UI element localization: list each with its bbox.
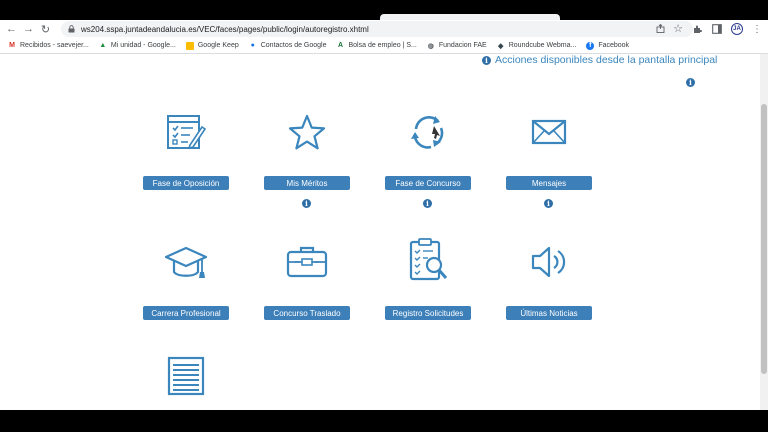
tile-registro-solicitudes[interactable]: Registro Solicitudes <box>385 238 471 320</box>
tile-fase-oposicion[interactable]: Fase de Oposición <box>143 110 229 210</box>
header-help-button[interactable]: i <box>686 72 695 90</box>
speaker-icon <box>527 240 571 284</box>
lock-icon <box>67 25 75 33</box>
document-list-icon <box>164 354 208 398</box>
bookmark-roundcube[interactable]: ◆ Roundcube Webma... <box>497 42 576 50</box>
info-icon: i <box>544 199 553 208</box>
tile-mis-meritos[interactable]: Mis Méritos i <box>264 110 350 210</box>
back-button[interactable]: ← <box>3 20 20 38</box>
forward-button[interactable]: → <box>20 20 37 38</box>
roundcube-icon: ◆ <box>498 42 504 50</box>
tile-label-button[interactable]: Concurso Traslado <box>264 306 350 320</box>
tile-info-button[interactable]: i <box>302 193 311 211</box>
bookmark-drive[interactable]: ▲ Mi unidad - Google... <box>99 42 175 50</box>
extensions-icon[interactable] <box>693 24 703 34</box>
refresh-cycle-icon <box>406 110 450 154</box>
tile-fase-concurso[interactable]: Fase de Concurso i <box>385 110 471 210</box>
scrollbar-thumb[interactable] <box>761 104 767 374</box>
info-icon[interactable]: i <box>482 55 491 65</box>
tile-label-button[interactable]: Fase de Concurso <box>385 176 471 190</box>
info-icon: i <box>423 199 432 208</box>
tile-label-button[interactable]: Fase de Oposición <box>143 176 229 190</box>
google-contacts-icon: ● <box>250 42 255 49</box>
share-icon[interactable] <box>656 23 665 35</box>
bookmark-star-icon[interactable]: ☆ <box>673 22 683 35</box>
facebook-icon: f <box>586 41 595 50</box>
tile-carrera-profesional[interactable]: Carrera Profesional <box>143 240 229 320</box>
tile-label-button[interactable]: Últimas Noticias <box>506 306 592 320</box>
screen-frame: ← → ↻ ws204.sspa.juntadeandalucia.es/VEC… <box>0 0 768 432</box>
tile-label-button[interactable]: Registro Solicitudes <box>385 306 471 320</box>
bolsa-empleo-icon: A <box>337 42 344 49</box>
page-scrollbar[interactable] <box>760 54 768 410</box>
tile-mensajes[interactable]: Mensajes i <box>506 110 592 210</box>
forward-arrow-icon: → <box>23 23 34 35</box>
tile-label-button[interactable]: Mensajes <box>506 176 592 190</box>
profile-avatar[interactable]: JA <box>731 23 743 35</box>
tile-label-button[interactable]: Mis Méritos <box>264 176 350 190</box>
tile-info-button[interactable]: i <box>423 193 432 211</box>
tile-info-button[interactable]: i <box>544 193 553 211</box>
briefcase-icon <box>285 240 329 284</box>
bookmarks-bar: M Recibidos - saevejer... ▲ Mi unidad - Go… <box>0 38 768 54</box>
envelope-icon <box>527 110 571 154</box>
info-icon: i <box>302 199 311 208</box>
url-text: ws204.sspa.juntadeandalucia.es/VEC/faces… <box>81 24 369 34</box>
reload-icon: ↻ <box>40 23 51 36</box>
bookmark-bolsa-empleo[interactable]: A Bolsa de empleo | S... <box>337 42 417 50</box>
form-edit-icon <box>164 110 208 154</box>
globe-icon: ◍ <box>427 42 434 50</box>
browser-toolbar: ← → ↻ ws204.sspa.juntadeandalucia.es/VEC… <box>0 20 768 38</box>
address-bar[interactable]: ws204.sspa.juntadeandalucia.es/VEC/faces… <box>61 21 693 37</box>
bookmark-facebook[interactable]: f Facebook <box>586 41 629 50</box>
side-panel-icon[interactable] <box>712 24 722 34</box>
reload-button[interactable]: ↻ <box>37 20 54 38</box>
bookmark-keep[interactable]: ▪ Google Keep <box>185 41 239 50</box>
tile-label-button[interactable]: Carrera Profesional <box>143 306 229 320</box>
page-content: i Acciones disponibles desde la pantalla… <box>0 54 760 410</box>
clipboard-search-icon <box>406 238 450 282</box>
tile-document-list[interactable] <box>143 354 229 410</box>
tile-ultimas-noticias[interactable]: Últimas Noticias <box>506 240 592 320</box>
browser-tab-strip <box>0 0 768 20</box>
google-keep-icon: ▪ <box>185 41 194 50</box>
tile-concurso-traslado[interactable]: Concurso Traslado <box>264 240 350 320</box>
video-bottom-band <box>0 410 768 432</box>
bookmark-fundacion-fae[interactable]: ◍ Fundacion FAE <box>427 42 487 50</box>
bookmark-gmail[interactable]: M Recibidos - saevejer... <box>8 42 89 50</box>
star-icon <box>285 110 329 154</box>
back-arrow-icon: ← <box>6 23 17 35</box>
actions-header-text: Acciones disponibles desde la pantalla p… <box>495 54 718 66</box>
google-drive-icon: ▲ <box>99 42 107 49</box>
actions-header: i Acciones disponibles desde la pantalla… <box>482 54 717 66</box>
graduation-cap-icon <box>164 240 208 284</box>
bookmark-contacts[interactable]: ● Contactos de Google <box>249 42 327 50</box>
toolbar-actions: JA ⋮ <box>693 20 762 38</box>
menu-kebab-icon[interactable]: ⋮ <box>752 24 762 35</box>
gmail-icon: M <box>9 42 15 49</box>
info-icon: i <box>686 78 695 87</box>
